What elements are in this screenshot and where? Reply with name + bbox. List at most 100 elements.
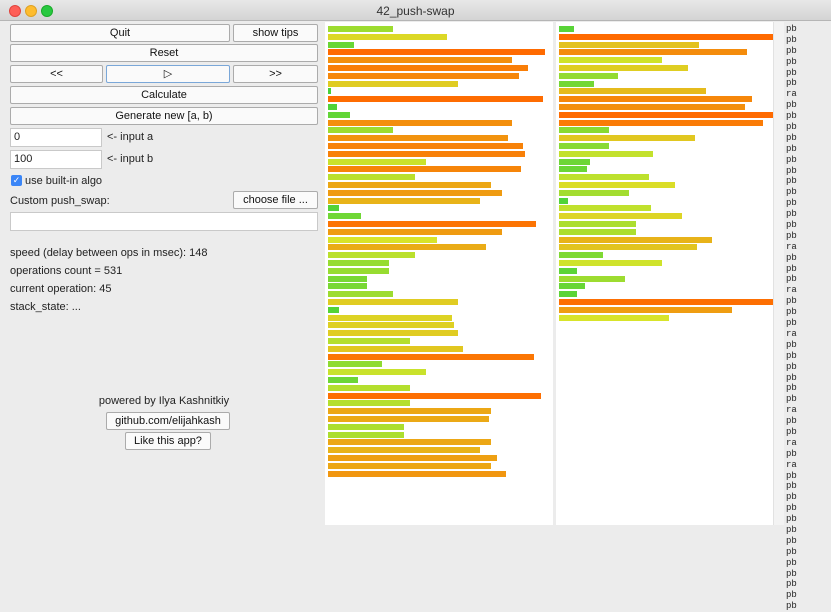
operation-item: pb [786,176,797,187]
operations-list[interactable]: pb pb pb pb pb pb ra pb pb pb pb pb pb pb pb pb pb pb pb pb… [786,24,830,612]
stack-bar [559,119,763,126]
stack-bar [328,267,389,274]
stack-bar [559,49,747,56]
operation-item: ra [786,437,797,448]
stack-bar [559,283,585,290]
operation-item: pb [786,132,797,143]
stack-bar [328,400,410,407]
operation-item: pb [786,263,797,274]
stack-bar [328,158,426,165]
operation-item: pb [786,143,797,154]
stack-bar [328,408,491,415]
operation-item: pb [786,579,797,590]
builtin-algo-checkbox[interactable]: ✓ [11,175,22,186]
stack-bar [559,41,699,48]
operation-item: pb [786,492,797,503]
operation-item: pb [786,361,797,372]
stack-bar [328,384,410,391]
stack-bar [328,57,512,64]
stack-bar [328,213,361,220]
stack-bar [559,197,568,204]
stack-bar [328,96,543,103]
operation-item: pb [786,568,797,579]
operation-item: pb [786,383,797,394]
calculate-button[interactable]: Calculate [10,86,318,104]
stack-bar [328,119,512,126]
stack-bar [559,88,706,95]
stack-bar [559,174,649,181]
stack-bar [328,228,502,235]
play-button[interactable]: ▷ [106,65,230,83]
stack-bar [559,96,752,103]
like-app-button[interactable]: Like this app? [125,432,211,450]
stack-bar [328,361,382,368]
stack-bar [328,306,339,313]
operation-item: pb [786,318,797,329]
operation-item: pb [786,514,797,525]
operation-item: pb [786,557,797,568]
stack-bar [328,455,497,461]
operation-item: pb [786,100,797,111]
operation-item: pb [786,230,797,241]
choose-file-button[interactable]: choose file ... [233,191,318,209]
stack-bar [328,135,508,142]
operation-item: pb [786,470,797,481]
stack-bar [328,41,354,48]
input-b-label: <- input b [107,153,154,165]
stack-bar [559,182,675,188]
stack-bar [328,150,525,157]
operation-item: ra [786,241,797,252]
stack-bar [559,72,618,79]
stack-bar [328,143,523,149]
step-forward-button[interactable]: >> [233,65,318,83]
stack-bar [559,104,745,110]
input-b-field[interactable]: 100 [10,150,102,169]
operation-item: ra [786,285,797,296]
operation-item: pb [786,535,797,546]
stack-bar [559,299,774,305]
reset-button[interactable]: Reset [10,44,318,62]
powered-by-text: powered by Ilya Kashnitkiy [98,395,230,407]
operation-item: pb [786,394,797,405]
stack-bar [328,377,358,383]
operation-item: pb [786,56,797,67]
stack-bar [328,72,519,79]
stack-bar [559,244,697,251]
show-tips-button[interactable]: show tips [233,24,318,42]
stack-bar [328,338,410,344]
stack-bar [328,283,367,290]
stack-bar [559,314,669,321]
quit-button[interactable]: Quit [10,24,230,42]
operation-item: pb [786,67,797,78]
stack-bar [328,392,541,399]
stack-bar [328,447,480,454]
stack-bar [559,275,625,282]
stack-bar [328,127,393,134]
operation-item: pb [786,165,797,176]
operation-item: pb [786,426,797,437]
stack-bar [328,345,463,352]
operation-item: ra [786,405,797,416]
input-a-label: <- input a [107,131,154,143]
custom-push-swap-label: Custom push_swap: [10,195,110,207]
stack-bar [559,65,688,71]
operation-item: pb [786,209,797,220]
title-bar: 42_push-swap [0,0,831,21]
stack-state-text: stack_state: ... [10,301,81,313]
github-link-button[interactable]: github.com/elijahkash [106,412,230,430]
stack-bar [328,439,491,446]
input-a-field[interactable]: 0 [10,128,102,147]
stack-bar [559,236,712,243]
stack-bar [328,431,404,438]
stack-bar [328,322,454,329]
operation-item: pb [786,448,797,459]
stack-bar [328,353,534,360]
step-back-button[interactable]: << [10,65,103,83]
generate-button[interactable]: Generate new [a, b) [10,107,318,125]
stack-bar [559,143,609,149]
custom-path-field[interactable] [10,212,318,231]
stack-bar [559,26,574,32]
operation-item: ra [786,89,797,100]
stack-bar [328,260,389,266]
stack-b-scrollbar[interactable] [773,22,784,525]
